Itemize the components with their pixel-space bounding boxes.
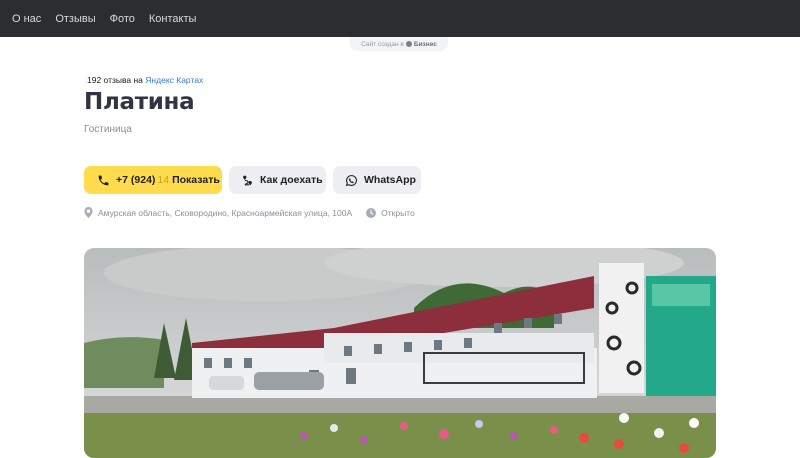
phone-hidden-part: 14 bbox=[157, 174, 170, 186]
phone-icon bbox=[98, 175, 109, 185]
whatsapp-label: WhatsApp bbox=[364, 174, 416, 186]
hotel-photo[interactable] bbox=[84, 248, 716, 458]
route-label: Как доехать bbox=[260, 174, 323, 186]
badge-prefix: Сайт создан в bbox=[361, 40, 404, 48]
badge-brand: Бизнес bbox=[413, 40, 437, 48]
top-navigation: О нас Отзывы Фото Контакты bbox=[0, 0, 800, 37]
page-title: Платина bbox=[84, 89, 195, 115]
reviews-count: 192 отзыва на Яндекс Картах bbox=[87, 75, 203, 85]
yandex-business-logo-icon bbox=[405, 41, 412, 47]
status-text: Открыто bbox=[381, 207, 415, 218]
route-button[interactable]: Как доехать bbox=[229, 166, 326, 194]
working-status[interactable]: Открыто bbox=[366, 207, 415, 218]
yandex-maps-link[interactable]: Яндекс Картах bbox=[145, 75, 203, 85]
location-pin-icon bbox=[84, 207, 93, 218]
phone-reveal-label: Показать bbox=[172, 174, 220, 186]
nav-item-reviews[interactable]: Отзывы bbox=[55, 13, 95, 25]
whatsapp-button[interactable]: WhatsApp bbox=[333, 166, 421, 194]
route-icon bbox=[243, 175, 252, 185]
clock-icon bbox=[366, 207, 377, 218]
show-phone-button[interactable]: +7 (924) 14 Показать bbox=[84, 166, 222, 194]
address-text[interactable]: Амурская область, Сковородино, Красноарм… bbox=[98, 208, 352, 218]
nav-item-photos[interactable]: Фото bbox=[110, 13, 135, 25]
company-category: Гостиница bbox=[84, 124, 132, 135]
phone-number: +7 (924) bbox=[116, 174, 156, 186]
whatsapp-icon bbox=[345, 174, 357, 186]
hotel-photo-image bbox=[84, 248, 716, 458]
nav-item-about[interactable]: О нас bbox=[12, 13, 41, 25]
reviews-count-text: 192 отзыва на bbox=[87, 75, 143, 85]
nav-item-contacts[interactable]: Контакты bbox=[149, 13, 197, 25]
created-in-business-badge[interactable]: Сайт создан в Бизнес bbox=[350, 37, 448, 51]
info-row: Амурская область, Сковородино, Красноарм… bbox=[84, 207, 415, 218]
